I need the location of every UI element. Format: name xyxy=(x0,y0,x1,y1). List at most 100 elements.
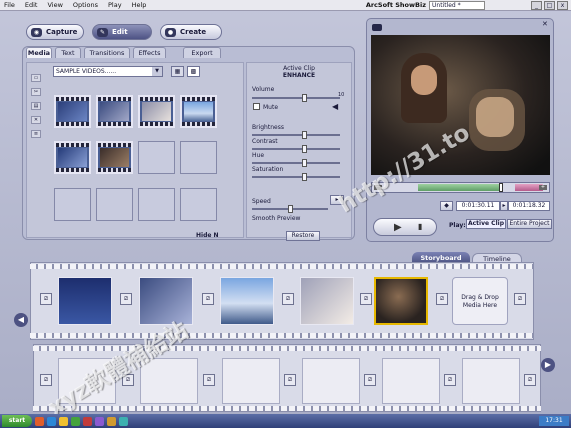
transition-slot[interactable]: ⧄ xyxy=(364,374,376,386)
project-name-field[interactable]: Untitled * xyxy=(429,1,485,10)
brightness-slider-knob[interactable] xyxy=(302,131,307,139)
transition-slot[interactable]: ⧄ xyxy=(282,293,294,305)
capture-button[interactable]: ◉ Capture xyxy=(26,24,84,40)
enhance-header: ENHANCE xyxy=(282,72,316,79)
maximize-button[interactable]: □ xyxy=(544,1,555,10)
media-thumbnail[interactable] xyxy=(96,95,133,128)
transition-slot[interactable]: ⧄ xyxy=(40,374,52,386)
app-icon[interactable] xyxy=(119,416,128,426)
tab-export[interactable]: Export xyxy=(183,47,221,58)
media-thumbnail[interactable] xyxy=(54,95,91,128)
explorer-icon[interactable] xyxy=(47,416,56,426)
pin-icon[interactable]: ✕ xyxy=(542,20,548,28)
play-icon[interactable]: ▶ xyxy=(394,222,402,233)
disc-icon: ● xyxy=(165,27,176,37)
tab-effects[interactable]: Effects xyxy=(133,47,166,58)
volume-slider-knob[interactable] xyxy=(302,94,307,102)
media-thumbnail[interactable] xyxy=(180,95,217,128)
scroll-right-icon[interactable]: ▶ xyxy=(541,358,555,372)
browser-icon[interactable] xyxy=(35,416,44,426)
stop-icon[interactable]: ▮ xyxy=(418,222,422,231)
contrast-label: Contrast xyxy=(252,138,278,145)
storyboard-clip[interactable] xyxy=(58,277,112,325)
menu-options[interactable]: Options xyxy=(73,1,98,9)
speed-slider[interactable] xyxy=(252,205,328,213)
tab-text[interactable]: Text xyxy=(55,47,81,58)
list-view-icon[interactable]: ▦ xyxy=(171,66,184,77)
saturation-slider-knob[interactable] xyxy=(302,173,307,181)
storyboard-clip-active[interactable] xyxy=(374,277,428,325)
transition-slot[interactable]: ⧄ xyxy=(360,293,372,305)
app-icon[interactable] xyxy=(95,416,104,426)
transition-slot[interactable]: ⧄ xyxy=(203,374,215,386)
storyboard-clip[interactable] xyxy=(220,277,274,325)
brightness-slider[interactable] xyxy=(252,131,340,139)
start-button[interactable]: start xyxy=(2,415,32,427)
speed-slider-knob[interactable] xyxy=(288,205,293,213)
showbiz-window: File Edit View Options Play Help ArcSoft… xyxy=(0,0,571,428)
transition-slot[interactable]: ⧄ xyxy=(40,293,52,305)
active-clip-button[interactable]: Active Clip xyxy=(466,219,506,229)
end-time-field[interactable]: 0:01:18.32 xyxy=(508,201,550,211)
smooth-preview-label: Smooth Preview xyxy=(252,215,301,222)
media-tools: ▭ ✂ ▤ ✕ ≡ xyxy=(29,68,43,138)
close-button[interactable]: x xyxy=(557,1,568,10)
speed-label: Speed xyxy=(252,198,271,205)
mute-checkbox[interactable] xyxy=(253,103,260,110)
transition-slot[interactable]: ⧄ xyxy=(284,374,296,386)
transition-slot[interactable]: ⧄ xyxy=(120,293,132,305)
zoom-in-icon[interactable]: + xyxy=(539,185,547,190)
volume-slider[interactable] xyxy=(252,94,340,102)
hue-slider[interactable] xyxy=(252,159,340,167)
folder-icon[interactable] xyxy=(59,416,68,426)
minimize-button[interactable]: _ xyxy=(531,1,542,10)
menu-view[interactable]: View xyxy=(47,1,62,9)
empty-clip-slot xyxy=(462,358,520,404)
tab-transitions[interactable]: Transitions xyxy=(84,47,130,58)
contrast-slider-knob[interactable] xyxy=(302,145,307,153)
film-perforations xyxy=(30,333,534,338)
tab-media[interactable]: Media xyxy=(26,47,52,58)
drop-zone[interactable]: Drag & Drop Media Here xyxy=(452,277,508,325)
media-thumbnail[interactable] xyxy=(96,141,133,174)
menu-help[interactable]: Help xyxy=(132,1,147,9)
folder-icon[interactable]: ▭ xyxy=(31,74,41,82)
media-thumbnail[interactable] xyxy=(54,141,91,174)
film-icon[interactable]: ▤ xyxy=(31,102,41,110)
delete-icon[interactable]: ✕ xyxy=(31,116,41,124)
media-thumbnail[interactable] xyxy=(138,95,175,128)
edit-button[interactable]: ✎ Edit xyxy=(92,24,152,40)
menu-edit[interactable]: Edit xyxy=(25,1,38,9)
volume-label: Volume xyxy=(252,86,275,93)
saturation-slider[interactable] xyxy=(252,173,340,181)
transition-slot[interactable]: ⧄ xyxy=(514,293,526,305)
app-icon[interactable] xyxy=(83,416,92,426)
transition-slot[interactable]: ⧄ xyxy=(436,293,448,305)
hue-slider-knob[interactable] xyxy=(302,159,307,167)
grid-view-icon[interactable]: ▩ xyxy=(187,66,200,77)
create-button[interactable]: ● Create xyxy=(160,24,222,40)
play-controls: ▶ ▮ xyxy=(373,218,437,236)
transition-slot[interactable]: ⧄ xyxy=(524,374,536,386)
restore-button[interactable]: Restore xyxy=(286,231,320,241)
hide-media-label[interactable]: Hide N xyxy=(196,232,219,239)
menu-play[interactable]: Play xyxy=(108,1,122,9)
properties-icon[interactable]: ≡ xyxy=(31,130,41,138)
entire-project-button[interactable]: Entire Project xyxy=(507,219,552,229)
empty-clip-slot xyxy=(382,358,440,404)
app-icon[interactable] xyxy=(107,416,116,426)
scissors-icon[interactable]: ✂ xyxy=(31,88,41,96)
playhead-marker[interactable] xyxy=(499,183,503,192)
menu-file[interactable]: File xyxy=(4,1,15,9)
empty-media-slot xyxy=(96,188,133,221)
mark-in-button[interactable]: ◆ xyxy=(440,201,453,211)
app-icon[interactable] xyxy=(71,416,80,426)
contrast-slider[interactable] xyxy=(252,145,340,153)
transition-slot[interactable]: ⧄ xyxy=(444,374,456,386)
mark-out-button[interactable]: ▸ xyxy=(500,201,508,211)
transition-slot[interactable]: ⧄ xyxy=(202,293,214,305)
scroll-left-icon[interactable]: ◀ xyxy=(14,313,28,327)
storyboard-clip[interactable] xyxy=(300,277,354,325)
start-time-field[interactable]: 0:01:30.11 xyxy=(456,201,500,211)
media-source-dropdown[interactable]: SAMPLE VIDEOS...... ▼ xyxy=(53,66,163,77)
